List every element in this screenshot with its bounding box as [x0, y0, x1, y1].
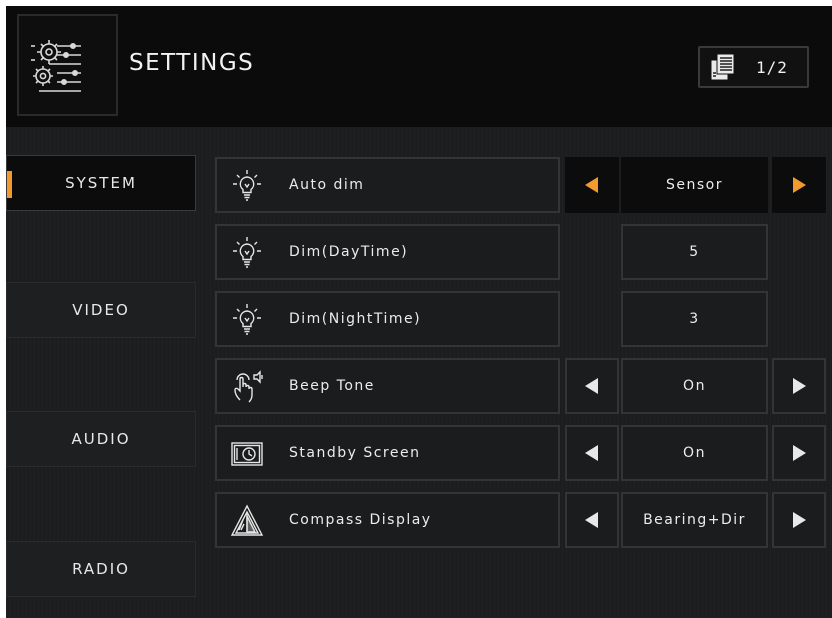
tab-label: VIDEO [72, 301, 130, 319]
setting-row-standby-screen[interactable]: Standby Screen [215, 425, 560, 481]
setting-value: Bearing+Dir [643, 512, 746, 528]
page-number: 1/2 [756, 58, 788, 77]
compass-icon [230, 504, 264, 536]
standby-clock-icon [231, 442, 263, 466]
setting-value: On [683, 378, 706, 394]
arrow-left-icon [585, 512, 598, 528]
setting-row-dim-nighttime[interactable]: Dim(NightTime) [215, 291, 560, 347]
compass-display-prev-button[interactable] [565, 492, 619, 548]
beep-tone-prev-button[interactable] [565, 358, 619, 414]
page-title: SETTINGS [129, 50, 255, 76]
settings-screen: SETTINGS 1/2 SYSTEM VIDEO AUDIO RADIO Au… [6, 6, 832, 618]
setting-label: Dim(DayTime) [289, 244, 409, 260]
setting-row-compass-display[interactable]: Compass Display [215, 492, 560, 548]
tab-video[interactable]: VIDEO [6, 282, 196, 338]
setting-value: Sensor [666, 177, 723, 193]
auto-dim-next-button[interactable] [772, 157, 826, 213]
arrow-right-icon [793, 445, 806, 461]
light-bulb-icon [233, 237, 261, 268]
arrow-right-icon [793, 177, 806, 193]
setting-label: Compass Display [289, 512, 432, 528]
page-indicator[interactable]: 1/2 [698, 46, 809, 88]
setting-row-dim-daytime[interactable]: Dim(DayTime) [215, 224, 560, 280]
standby-screen-next-button[interactable] [772, 425, 826, 481]
compass-display-next-button[interactable] [772, 492, 826, 548]
setting-label: Standby Screen [289, 445, 421, 461]
settings-sliders-icon [17, 14, 118, 116]
tab-audio[interactable]: AUDIO [6, 411, 196, 467]
setting-label: Beep Tone [289, 378, 375, 394]
tab-label: SYSTEM [65, 174, 137, 192]
arrow-left-icon [585, 445, 598, 461]
beep-tone-value: On [621, 358, 768, 414]
arrow-right-icon [793, 512, 806, 528]
setting-row-beep-tone[interactable]: Beep Tone [215, 358, 560, 414]
setting-label: Dim(NightTime) [289, 311, 422, 327]
setting-value: 3 [689, 311, 700, 327]
standby-screen-prev-button[interactable] [565, 425, 619, 481]
active-tab-indicator [7, 171, 12, 198]
setting-value: On [683, 445, 706, 461]
tab-radio[interactable]: RADIO [6, 541, 196, 597]
setting-value: 5 [689, 244, 700, 260]
setting-row-auto-dim[interactable]: Auto dim [215, 157, 560, 213]
touch-beep-icon [234, 370, 263, 403]
tab-label: RADIO [72, 560, 130, 578]
dim-daytime-value[interactable]: 5 [621, 224, 768, 280]
tab-label: AUDIO [71, 430, 131, 448]
light-bulb-icon [233, 170, 261, 201]
auto-dim-value: Sensor [621, 157, 768, 213]
dim-nighttime-value[interactable]: 3 [621, 291, 768, 347]
tab-system[interactable]: SYSTEM [6, 155, 196, 211]
standby-screen-value: On [621, 425, 768, 481]
beep-tone-next-button[interactable] [772, 358, 826, 414]
arrow-left-icon [585, 177, 598, 193]
pages-icon [710, 53, 735, 81]
compass-display-value: Bearing+Dir [621, 492, 768, 548]
header-bar: SETTINGS 1/2 [6, 6, 832, 127]
auto-dim-prev-button[interactable] [565, 157, 619, 213]
arrow-left-icon [585, 378, 598, 394]
arrow-right-icon [793, 378, 806, 394]
light-bulb-icon [233, 304, 261, 335]
setting-label: Auto dim [289, 177, 365, 193]
